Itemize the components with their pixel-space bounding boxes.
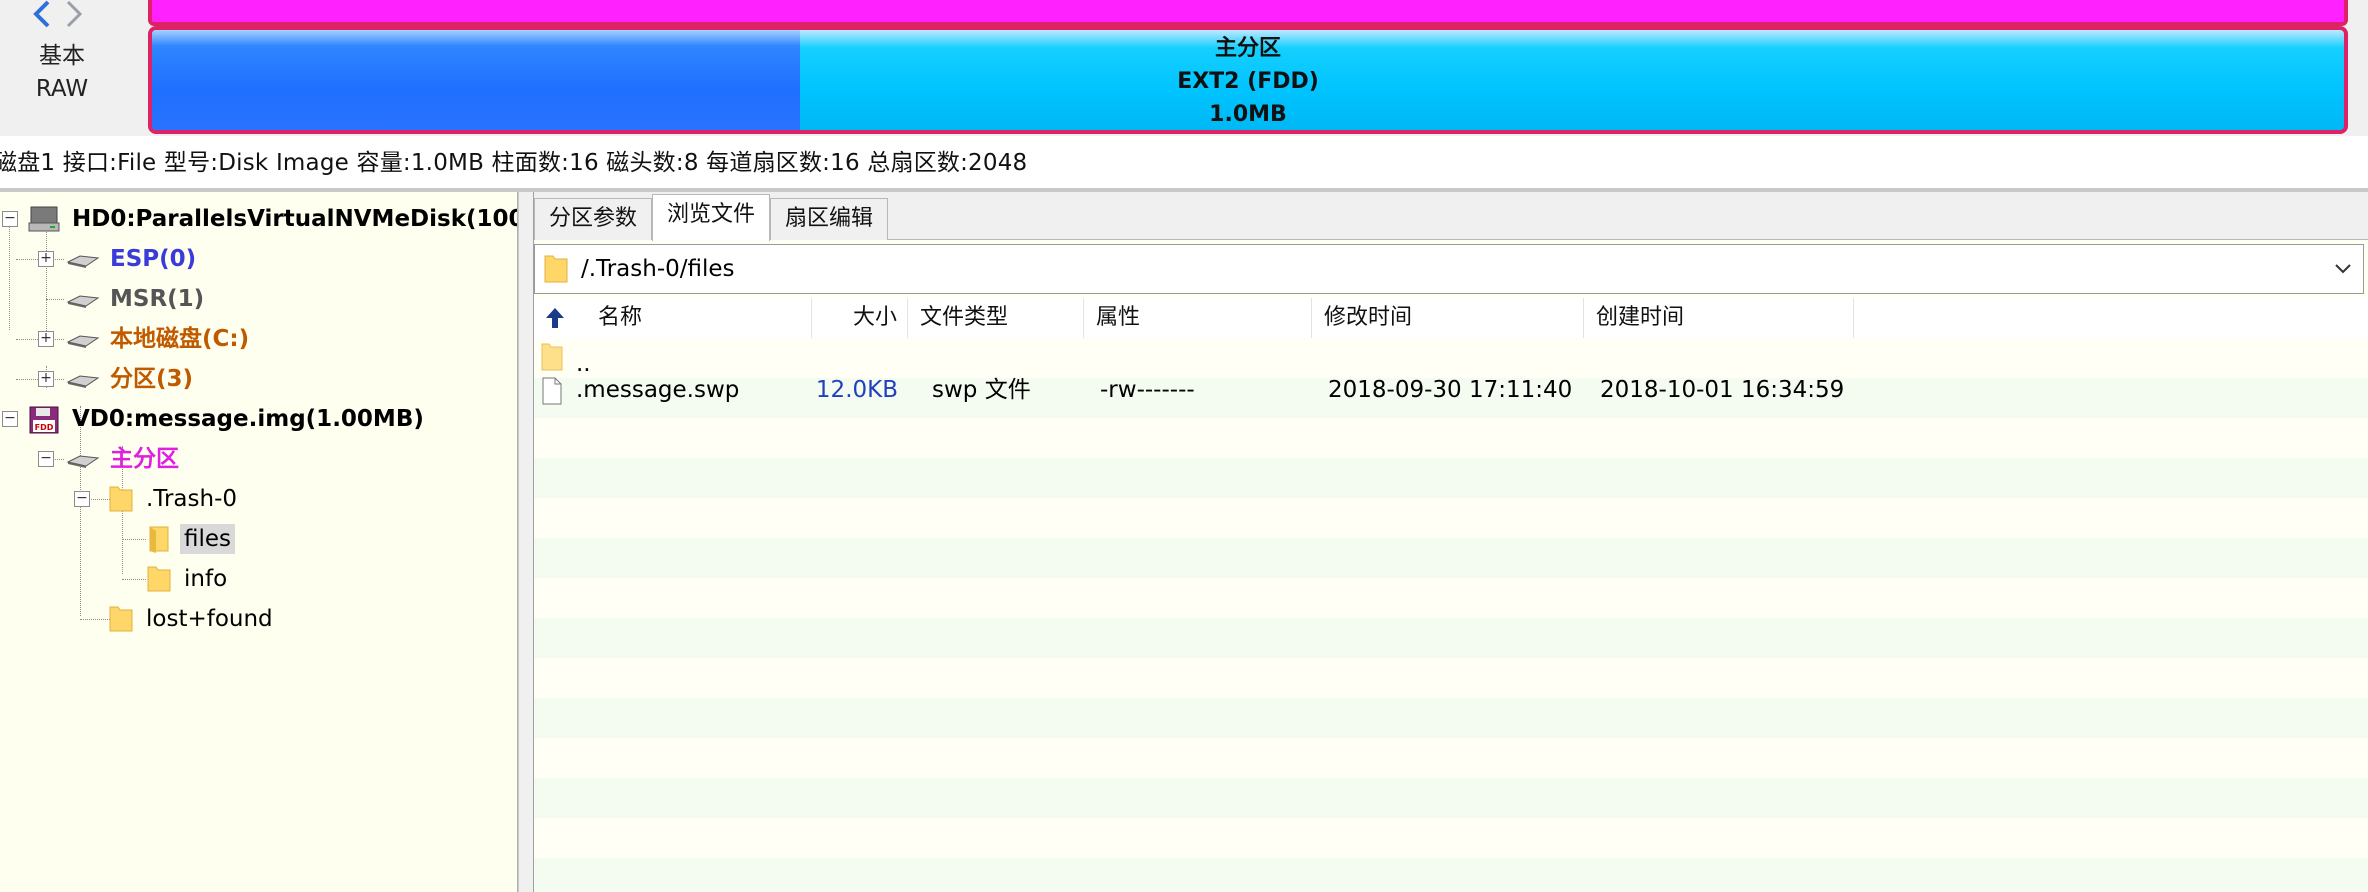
disk-bar-header[interactable] xyxy=(148,0,2348,26)
partition-drive-icon xyxy=(66,375,100,388)
column-name-label: 名称 xyxy=(598,305,643,330)
collapse-icon[interactable]: − xyxy=(2,211,18,227)
collapse-icon[interactable]: − xyxy=(74,491,90,507)
tree-label-lost-found: lost+found xyxy=(146,606,273,632)
expand-icon[interactable]: + xyxy=(38,331,54,347)
column-size[interactable]: 大小 xyxy=(812,298,908,338)
collapse-icon[interactable]: − xyxy=(38,451,54,467)
tab-partition-params[interactable]: 分区参数 xyxy=(534,198,652,240)
svg-text:FDD: FDD xyxy=(35,423,54,432)
folder-icon xyxy=(147,566,171,592)
tab-sector-edit[interactable]: 扇区编辑 xyxy=(770,198,888,240)
disk-type: 基本 xyxy=(39,43,85,69)
column-type[interactable]: 文件类型 xyxy=(908,298,1084,338)
content-panel: 分区参数 浏览文件 扇区编辑 /.Trash-0/files 名称 大小 文件类… xyxy=(534,192,2368,892)
expand-icon[interactable]: + xyxy=(38,251,54,267)
partition-block-fs: EXT2 (FDD) xyxy=(1177,69,1319,94)
tree-label-esp: ESP(0) xyxy=(110,246,197,272)
tree-node-msr[interactable]: MSR(1) xyxy=(0,281,517,317)
folder-icon xyxy=(109,606,133,632)
harddisk-icon xyxy=(28,206,60,232)
chevron-down-icon[interactable] xyxy=(2331,257,2355,281)
open-folder-icon xyxy=(149,526,169,553)
column-name[interactable]: 名称 xyxy=(534,298,812,338)
partition-block-text: 主分区 EXT2 (FDD) 1.0MB xyxy=(152,32,2344,130)
current-path: /.Trash-0/files xyxy=(581,256,735,282)
disk-type-label: 基本 RAW xyxy=(0,40,124,106)
file-modified: 2018-09-30 17:11:40 xyxy=(1328,377,1573,403)
file-type: swp 文件 xyxy=(932,377,1031,403)
tree-node-vd0[interactable]: − FDD VD0:message.img(1.00MB) xyxy=(0,401,517,437)
expand-icon[interactable]: + xyxy=(38,371,54,387)
tree-label-local-disk: 本地磁盘(C:) xyxy=(110,326,250,352)
disk-tree: − HD0:ParallelsVirtualNVMeDisk(100G + ES… xyxy=(0,192,518,892)
partition-block-name: 主分区 xyxy=(1214,36,1281,61)
partition-block-size: 1.0MB xyxy=(1209,102,1287,127)
tree-label-vd0: VD0:message.img(1.00MB) xyxy=(72,406,424,432)
file-icon xyxy=(542,377,562,405)
partition-drive-icon xyxy=(66,295,100,308)
column-modified[interactable]: 修改时间 xyxy=(1312,298,1584,338)
file-created: 2018-10-01 16:34:59 xyxy=(1600,377,1845,403)
disk-map-area: 基本 RAW 主分区 EXT2 (FDD) 1.0MB 磁盘1 接口:File … xyxy=(0,0,2368,176)
prev-disk-icon[interactable] xyxy=(32,0,52,30)
partition-drive-icon xyxy=(66,455,100,468)
tree-label-files: files xyxy=(180,524,236,554)
tree-node-hd0[interactable]: − HD0:ParallelsVirtualNVMeDisk(100G xyxy=(0,201,518,237)
tree-label-trash: .Trash-0 xyxy=(146,486,238,512)
tree-node-primary-partition[interactable]: − 主分区 xyxy=(0,441,517,477)
next-disk-icon[interactable] xyxy=(64,0,84,30)
folder-icon xyxy=(541,343,563,371)
tree-node-trash[interactable]: − .Trash-0 xyxy=(0,481,517,517)
up-directory-icon[interactable] xyxy=(544,306,566,330)
tree-label-info: info xyxy=(184,566,228,592)
partition-drive-icon xyxy=(66,335,100,348)
folder-icon xyxy=(544,255,568,283)
file-row-parent[interactable]: .. xyxy=(534,338,2368,377)
path-combobox[interactable]: /.Trash-0/files xyxy=(534,244,2364,294)
disk-info-line: 磁盘1 接口:File 型号:Disk Image 容量:1.0MB 柱面数:1… xyxy=(0,150,1028,176)
tree-node-files[interactable]: files xyxy=(0,521,517,557)
tree-node-local-disk[interactable]: + 本地磁盘(C:) xyxy=(0,321,517,357)
folder-icon xyxy=(109,486,133,512)
primary-partition-block[interactable]: 主分区 EXT2 (FDD) 1.0MB xyxy=(148,26,2348,134)
file-list-header: 名称 大小 文件类型 属性 修改时间 创建时间 xyxy=(534,298,2368,338)
disk-nav xyxy=(30,0,88,32)
tree-label-partition3: 分区(3) xyxy=(110,366,194,392)
floppy-icon: FDD xyxy=(29,406,59,434)
tree-node-lost-found[interactable]: lost+found xyxy=(0,601,517,637)
partition-drive-icon xyxy=(66,255,100,268)
column-created[interactable]: 创建时间 xyxy=(1584,298,1854,338)
tree-node-partition3[interactable]: + 分区(3) xyxy=(0,361,517,397)
panel-splitter[interactable] xyxy=(518,192,534,892)
tab-browse-files[interactable]: 浏览文件 xyxy=(652,194,770,241)
column-attr[interactable]: 属性 xyxy=(1084,298,1312,338)
tree-node-info[interactable]: info xyxy=(0,561,517,597)
tree-node-esp[interactable]: + ESP(0) xyxy=(0,241,517,277)
disk-partition-bar: 主分区 EXT2 (FDD) 1.0MB xyxy=(148,0,2348,134)
tree-label-msr: MSR(1) xyxy=(110,286,205,312)
file-list: .. .message.swp 12.0KB swp 文件 -rw-------… xyxy=(534,338,2368,892)
file-attr: -rw------- xyxy=(1100,377,1195,403)
disk-format: RAW xyxy=(35,76,89,102)
file-size: 12.0KB xyxy=(815,377,898,403)
file-row[interactable]: .message.swp 12.0KB swp 文件 -rw------- 20… xyxy=(534,372,2368,408)
file-name: .message.swp xyxy=(576,377,740,403)
tab-bar: 分区参数 浏览文件 扇区编辑 xyxy=(534,192,2368,241)
tree-label-primary-partition: 主分区 xyxy=(110,446,179,472)
tree-label-hd0: HD0:ParallelsVirtualNVMeDisk(100G xyxy=(72,206,518,232)
collapse-icon[interactable]: − xyxy=(2,411,18,427)
